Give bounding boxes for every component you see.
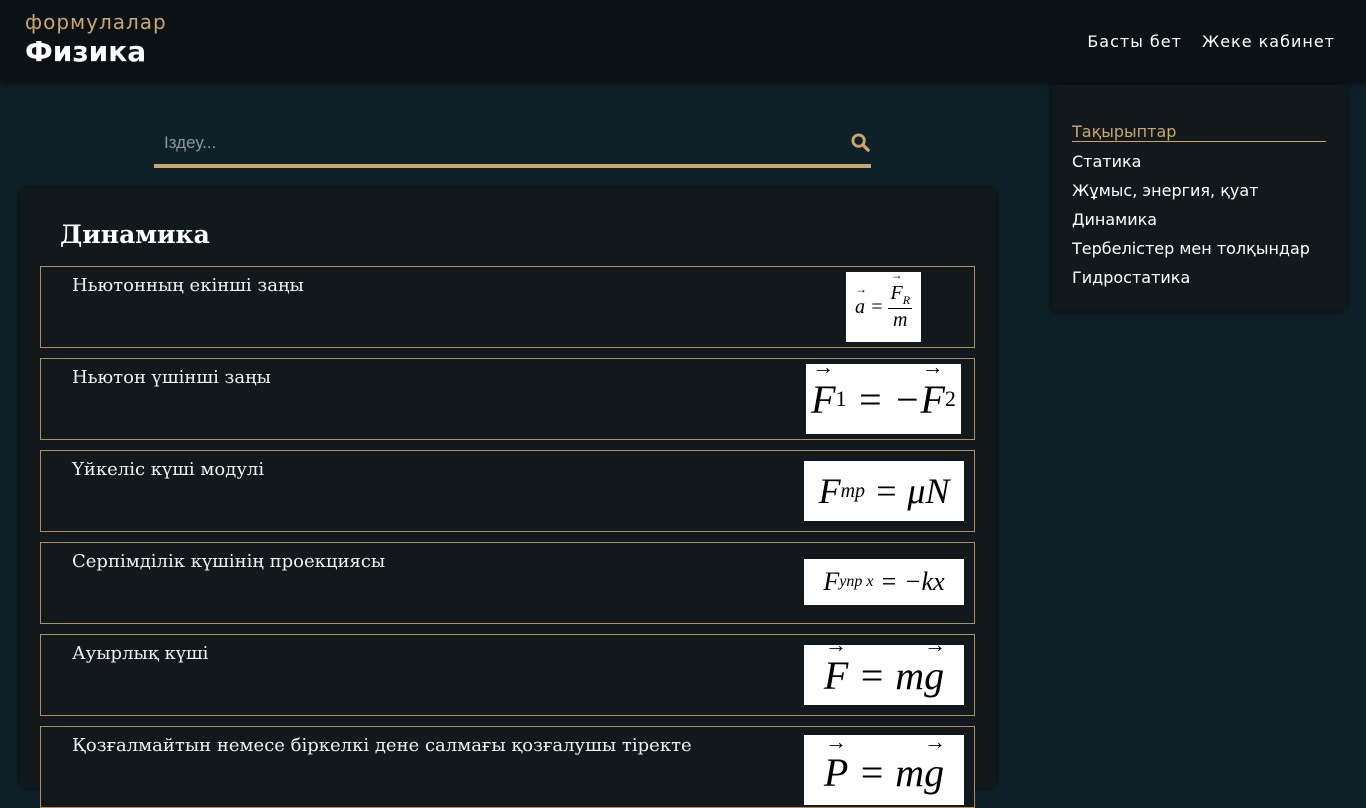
formula-card[interactable]: Ньютон үшінші заңы → F 1 = − → F 2 — [40, 358, 975, 440]
card-label: Үйкеліс күші модулі — [72, 459, 265, 480]
search-icon[interactable] — [851, 133, 871, 153]
formula-card[interactable]: Ньютонның екінші заңы → a = → FR m — [40, 266, 975, 348]
formula-image: → F 1 = − → F 2 — [806, 364, 961, 434]
sidebar-item-hydrostatics[interactable]: Гидростатика — [1072, 268, 1310, 297]
topics-sidebar: Тақырыптар Статика Жұмыс, энергия, қуат … — [1052, 85, 1346, 311]
sidebar-item-dynamics[interactable]: Динамика — [1072, 210, 1310, 239]
formula-image: → a = → FR m — [846, 272, 921, 342]
card-label: Серпімділік күшінің проекциясы — [72, 551, 386, 572]
search-input[interactable] — [154, 123, 854, 163]
formula-card[interactable]: Ауырлық күші →F = m→g — [40, 634, 975, 716]
sidebar-item-work-energy-power[interactable]: Жұмыс, энергия, қуат — [1072, 181, 1310, 210]
formula-card[interactable]: Серпімділік күшінің проекциясы Fупр x = … — [40, 542, 975, 624]
sidebar-item-statics[interactable]: Статика — [1072, 152, 1310, 181]
nav-home-link[interactable]: Басты бет — [1087, 32, 1182, 51]
sidebar-title: Тақырыптар — [1072, 122, 1326, 142]
card-label: Ньютон үшінші заңы — [72, 367, 271, 388]
brand-subtitle[interactable]: формулалар — [25, 10, 167, 34]
formula-card[interactable]: Қозғалмайтын немесе біркелкі дене салмағ… — [40, 726, 975, 808]
section-title: Динамика — [60, 220, 210, 249]
search-bar — [154, 123, 871, 168]
card-label: Қозғалмайтын немесе біркелкі дене салмағ… — [72, 735, 692, 756]
card-label: Ауырлық күші — [72, 643, 209, 664]
nav-cabinet-link[interactable]: Жеке кабинет — [1202, 32, 1335, 51]
formulas-panel: Динамика Ньютонның екінші заңы → a = → FR m… — [20, 188, 996, 808]
card-label: Ньютонның екінші заңы — [72, 275, 304, 296]
formula-image: → P = m → g — [804, 735, 964, 805]
formula-image: →F = m→g — [804, 645, 964, 705]
formula-image: Fупр x = −kx — [804, 559, 964, 605]
sidebar-item-oscillations-waves[interactable]: Тербелістер мен толқындар — [1072, 239, 1310, 268]
formula-card[interactable]: Үйкеліс күші модулі Fmp = μN — [40, 450, 975, 532]
site-header: формулалар Физика Басты бет Жеке кабинет — [0, 0, 1366, 82]
topics-list: Статика Жұмыс, энергия, қуат Динамика Те… — [1072, 152, 1310, 297]
top-nav: Басты бет Жеке кабинет — [1087, 32, 1335, 51]
formula-image: Fmp = μN — [804, 461, 964, 521]
brand-title[interactable]: Физика — [25, 35, 146, 68]
